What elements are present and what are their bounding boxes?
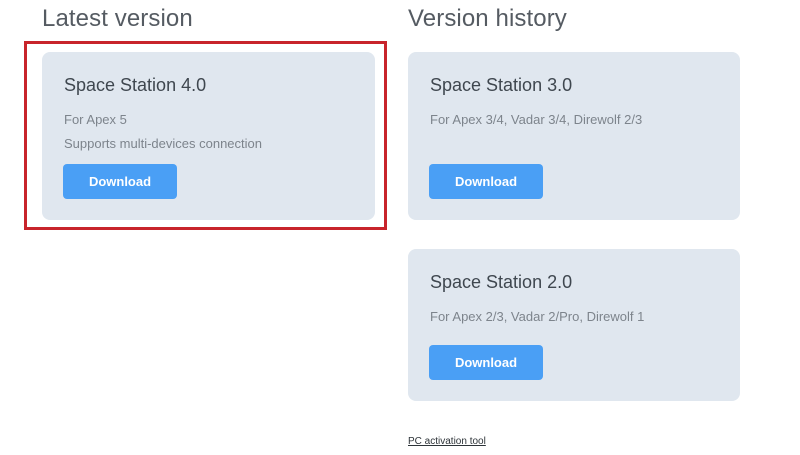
download-page: Latest version Version history Space Sta… xyxy=(0,0,800,455)
card-title: Space Station 3.0 xyxy=(430,75,573,95)
card-compatibility-text: For Apex 2/3, Vadar 2/Pro, Direwolf 1 xyxy=(430,309,645,324)
latest-version-heading: Latest version xyxy=(42,5,193,32)
card-compatibility-text: For Apex 3/4, Vadar 3/4, Direwolf 2/3 xyxy=(430,112,643,127)
history-card-space-station-2: Space Station 2.0 For Apex 2/3, Vadar 2/… xyxy=(408,249,740,401)
download-button-space-station-3[interactable]: Download xyxy=(429,164,543,199)
highlight-frame xyxy=(24,41,387,230)
version-history-heading: Version history xyxy=(408,5,567,32)
history-card-space-station-3: Space Station 3.0 For Apex 3/4, Vadar 3/… xyxy=(408,52,740,220)
card-title: Space Station 2.0 xyxy=(430,272,573,292)
download-button-space-station-2[interactable]: Download xyxy=(429,345,543,380)
pc-activation-tool-link[interactable]: PC activation tool xyxy=(408,436,486,447)
